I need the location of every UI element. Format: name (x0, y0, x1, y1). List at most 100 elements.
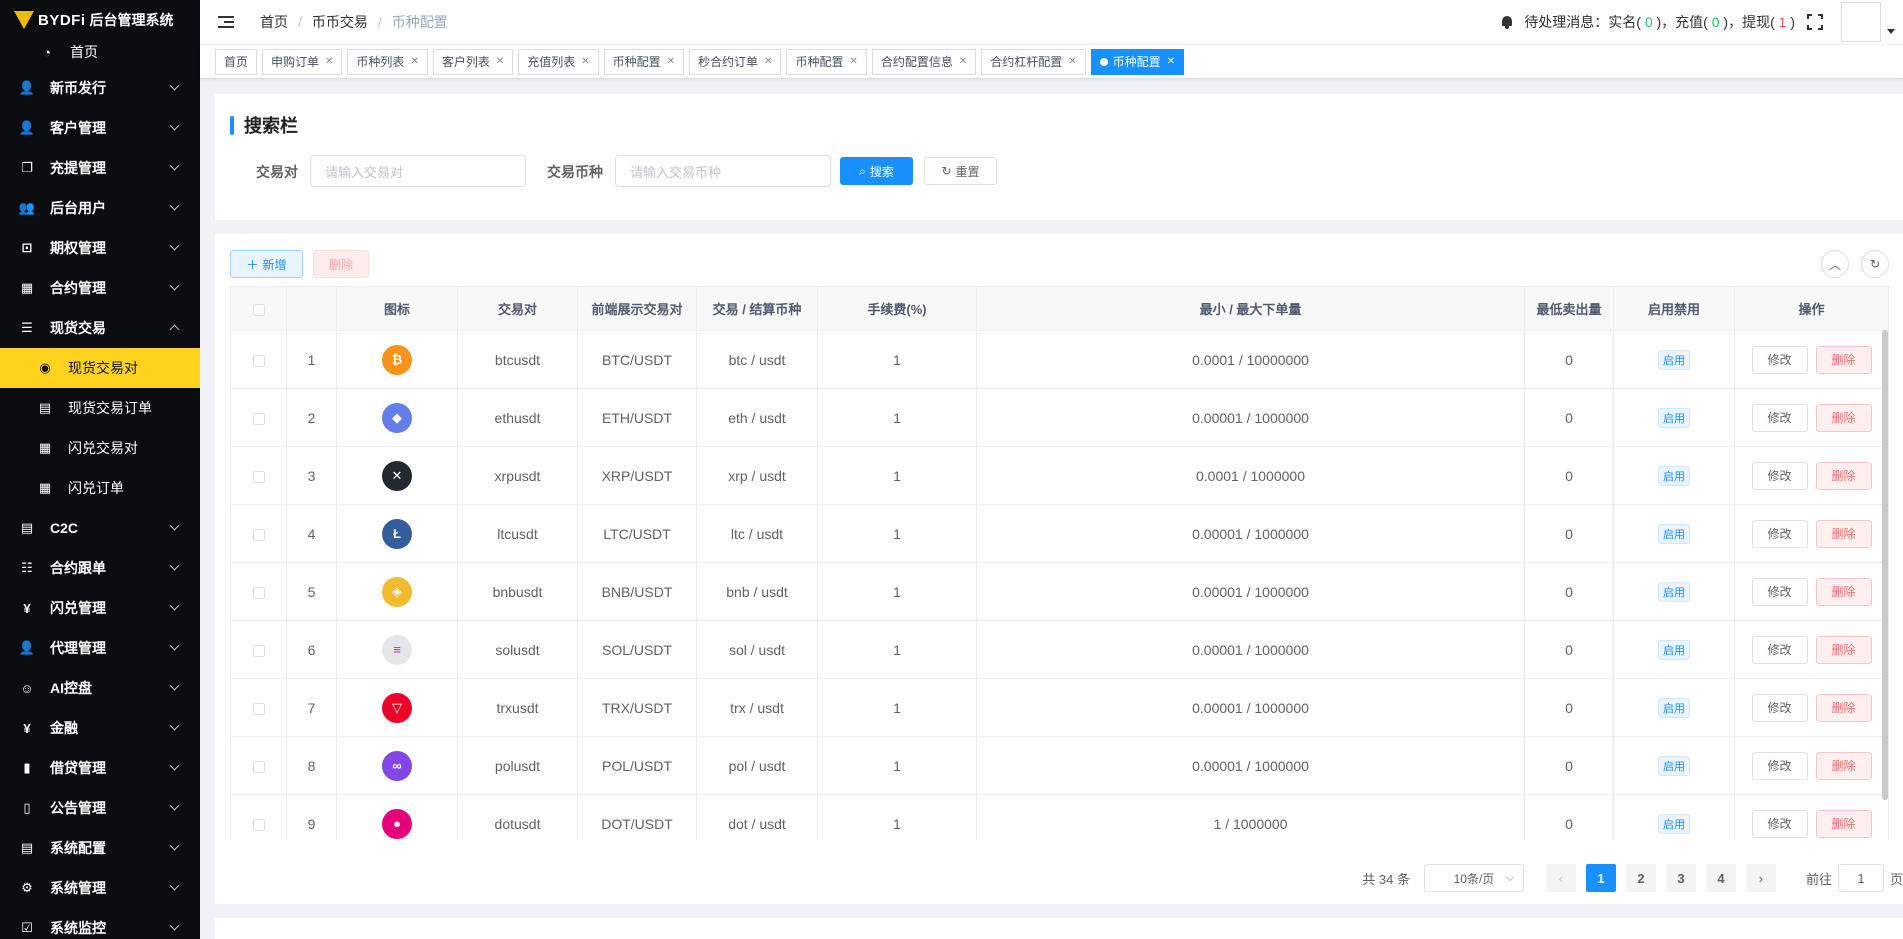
edit-button[interactable]: 修改 (1751, 577, 1808, 606)
row-checkbox[interactable] (252, 702, 265, 715)
avatar[interactable] (1841, 2, 1881, 42)
tab-tag[interactable]: 合约杠杆配置 ✕ (981, 48, 1086, 75)
row-checkbox[interactable] (252, 470, 265, 483)
tab-tag[interactable]: 币种配置 ✕ (786, 48, 867, 75)
close-icon[interactable]: ✕ (764, 56, 772, 67)
row-checkbox[interactable] (252, 818, 265, 831)
sidebar-item[interactable]: ☺ AI控盘 (0, 668, 200, 708)
reset-button[interactable]: ↻ 重置 (924, 157, 997, 185)
delete-button[interactable]: 删除 (1815, 403, 1872, 432)
page-size-select[interactable]: 10条/页 (1423, 864, 1524, 892)
close-icon[interactable]: ✕ (581, 56, 589, 67)
close-icon[interactable]: ✕ (959, 56, 967, 67)
close-icon[interactable]: ✕ (410, 56, 418, 67)
edit-button[interactable]: 修改 (1751, 461, 1808, 490)
select-all-cell[interactable] (230, 286, 287, 331)
next-page-button[interactable]: › (1745, 864, 1776, 892)
sidebar-item[interactable]: ☷ 合约跟单 (0, 548, 200, 588)
hamburger-icon[interactable] (218, 16, 234, 28)
sidebar-item[interactable]: 👤 代理管理 (0, 628, 200, 668)
edit-button[interactable]: 修改 (1751, 519, 1808, 548)
page-number-button[interactable]: 1 (1585, 864, 1616, 892)
coin-input[interactable]: 请输入交易币种 (615, 155, 831, 187)
breadcrumb-home[interactable]: 首页 (260, 12, 288, 32)
sidebar-item[interactable]: ▤ 系统配置 (0, 828, 200, 868)
table-scrollbar[interactable] (1882, 330, 1888, 800)
delete-button[interactable]: 删除 (1815, 809, 1872, 838)
sidebar-item[interactable]: ▤ 现货交易订单 (0, 388, 200, 428)
delete-button[interactable]: 删除 (1815, 577, 1872, 606)
tab-tag[interactable]: 秒合约订单 ✕ (689, 48, 782, 75)
page-number-button[interactable]: 4 (1705, 864, 1736, 892)
total-count: 共 34 条 (1362, 871, 1410, 887)
tab-tag[interactable]: 充值列表 ✕ (518, 48, 599, 75)
pending-notice[interactable]: 待处理消息：实名( 0 )，充值( 0 )，提现( 1 ) (1524, 12, 1795, 32)
coins-cell: btc / usdt (696, 330, 818, 389)
edit-button[interactable]: 修改 (1751, 345, 1808, 374)
page-number-button[interactable]: 3 (1665, 864, 1696, 892)
delete-button[interactable]: 删除 (1815, 461, 1872, 490)
edit-button[interactable]: 修改 (1751, 693, 1808, 722)
close-icon[interactable]: ✕ (496, 56, 504, 67)
coin-label: 交易币种 (547, 164, 603, 180)
fullscreen-icon[interactable] (1807, 14, 1823, 30)
page-number-button[interactable]: 2 (1625, 864, 1656, 892)
tab-tag[interactable]: 申购订单 ✕ (262, 48, 343, 75)
close-icon[interactable]: ✕ (325, 56, 333, 67)
tab-tag[interactable]: 客户列表 ✕ (432, 48, 514, 75)
sidebar-item[interactable]: ▦ 合约管理 (0, 268, 200, 308)
tab-tag[interactable]: 合约配置信息 ✕ (871, 48, 977, 75)
row-checkbox[interactable] (252, 354, 265, 367)
bell-icon[interactable] (1500, 15, 1514, 29)
sidebar-item[interactable]: ☑ 系统监控 (0, 908, 200, 939)
edit-button[interactable]: 修改 (1751, 635, 1808, 664)
pair-input[interactable]: 请输入交易对 (310, 155, 526, 187)
sidebar-item[interactable]: 👤 新币发行 (0, 68, 200, 108)
sidebar-item[interactable]: ¥ 金融 (0, 708, 200, 748)
row-checkbox[interactable] (252, 586, 265, 599)
edit-button[interactable]: 修改 (1751, 751, 1808, 780)
row-checkbox[interactable] (252, 760, 265, 773)
tab-tag[interactable]: 首页 (215, 48, 258, 75)
table-row: 7 ▽ trxusdt TRX/USDT trx / usdt 1 0.00001 / 10… (230, 678, 1889, 737)
row-checkbox[interactable] (252, 528, 265, 541)
sidebar-item[interactable]: ◉ 现货交易对 (0, 348, 200, 388)
search-button[interactable]: ⌕ 搜索 (840, 157, 913, 185)
delete-button[interactable]: 删除 (1815, 693, 1872, 722)
sidebar-item[interactable]: ⚙ 系统管理 (0, 868, 200, 908)
edit-button[interactable]: 修改 (1751, 809, 1808, 838)
sidebar-item[interactable]: ▯ 公告管理 (0, 788, 200, 828)
delete-button[interactable]: 删除 (1815, 751, 1872, 780)
close-icon[interactable]: ✕ (849, 56, 857, 67)
tab-tag[interactable]: 币种配置 ✕ (1090, 48, 1185, 75)
sidebar-item[interactable]: ▤ C2C (0, 508, 200, 548)
sidebar-item[interactable]: 👤 客户管理 (0, 108, 200, 148)
close-icon[interactable]: ✕ (667, 56, 675, 67)
tab-tag[interactable]: 币种配置 ✕ (603, 48, 685, 75)
sidebar-item-spot-trade[interactable]: ☰ 现货交易 (0, 308, 200, 348)
sidebar-item[interactable]: ¥ 闪兑管理 (0, 588, 200, 628)
sidebar-item-label: 合约管理 (50, 280, 106, 296)
delete-button[interactable]: 删除 (1815, 635, 1872, 664)
caret-down-icon[interactable] (1887, 28, 1895, 34)
sidebar-item[interactable]: ▦ 闪兑交易对 (0, 428, 200, 468)
breadcrumb-coin-trade[interactable]: 币币交易 (312, 12, 368, 32)
select-all-checkbox[interactable] (252, 303, 265, 316)
delete-button[interactable]: 删除 (1815, 345, 1872, 374)
row-checkbox[interactable] (252, 412, 265, 425)
close-icon[interactable]: ✕ (1068, 56, 1076, 67)
edit-button[interactable]: 修改 (1751, 403, 1808, 432)
sidebar-item[interactable]: 👥 后台用户 (0, 188, 200, 228)
prev-page-button[interactable]: ‹ (1545, 864, 1576, 892)
tab-tag[interactable]: 币种列表 ✕ (347, 48, 428, 75)
delete-button[interactable]: 删除 (1815, 519, 1872, 548)
goto-page-input[interactable]: 1 (1837, 864, 1884, 892)
row-checkbox[interactable] (252, 644, 265, 657)
sidebar-item[interactable]: ⊡ 期权管理 (0, 228, 200, 268)
sidebar-item[interactable]: ▦ 闪兑订单 (0, 468, 200, 508)
fee-cell: 1 (817, 562, 977, 621)
close-icon[interactable]: ✕ (1167, 56, 1175, 67)
sidebar-item[interactable]: ❐ 充提管理 (0, 148, 200, 188)
sidebar-item-home[interactable]: ◔ 首页 (0, 36, 200, 68)
sidebar-item[interactable]: ▮ 借贷管理 (0, 748, 200, 788)
